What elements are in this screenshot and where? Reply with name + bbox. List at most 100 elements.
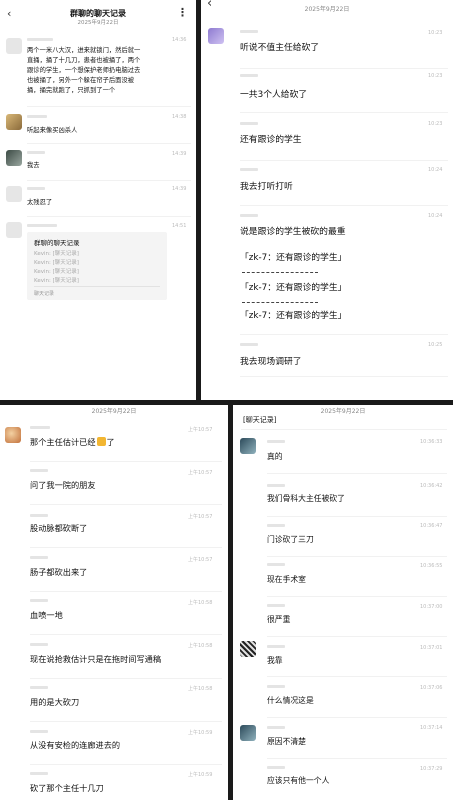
sender-name xyxy=(240,74,258,77)
message-time: 10:37:06 xyxy=(420,685,443,691)
sender-name xyxy=(267,563,285,566)
card-footer: 聊天记录 xyxy=(34,291,55,297)
message-text: 说是跟诊的学生被砍的最重 xyxy=(240,227,346,237)
message-text: 还有跟诊的学生 xyxy=(240,135,302,145)
divider xyxy=(267,516,447,517)
message-text: 应该只有他一个人 xyxy=(267,776,330,785)
avatar[interactable] xyxy=(208,28,224,44)
message-text: 我去现场调研了 xyxy=(240,357,302,367)
divider xyxy=(240,334,448,335)
card-title: 群聊的聊天记录 xyxy=(34,239,80,247)
divider xyxy=(240,376,448,377)
quote-text: 「zk-7：还有跟诊的学生」 xyxy=(240,283,347,293)
message-text: 听说不值主任给砍了 xyxy=(240,43,320,53)
message-text: 我们骨科大主任被砍了 xyxy=(267,494,345,503)
message-text: 两个一米八大汉，进来就锁门，然后就一 xyxy=(27,47,141,54)
message-time: 上午10:58 xyxy=(188,600,213,606)
avatar[interactable] xyxy=(5,427,21,443)
sender-name xyxy=(267,440,285,443)
message-text: 那个主任估计已经了 xyxy=(30,436,115,448)
message-text: 也被捅了，另外一个躲在帘子后面没被 xyxy=(27,77,135,84)
message-text: 问了我一院的朋友 xyxy=(30,480,96,490)
screenshot-panel-4: 2025年9月22日 [聊天记录] 10:36:33 真的 10:36:42 我… xyxy=(233,405,453,800)
sender-name xyxy=(27,38,53,41)
message-time: 10:24 xyxy=(428,167,443,173)
message-time: 10:37:29 xyxy=(420,766,443,772)
divider xyxy=(267,717,447,718)
sender-name xyxy=(240,343,258,346)
message-text: 原因不清楚 xyxy=(267,737,306,746)
chat-date: 2025年9月22日 xyxy=(320,408,366,415)
sender-name xyxy=(240,30,258,33)
message-time: 10:25 xyxy=(428,342,443,348)
message-time: 上午10:57 xyxy=(188,470,213,476)
sender-name xyxy=(267,726,285,729)
divider xyxy=(27,180,191,181)
sender-name xyxy=(27,187,45,190)
message-text: 我去打听打听 xyxy=(240,182,293,192)
message-text: 砍了那个主任十几刀 xyxy=(30,783,104,793)
sender-name xyxy=(267,766,285,769)
message-text: 门诊砍了三刀 xyxy=(267,535,314,544)
message-text: 肠子都砍出来了 xyxy=(30,567,88,577)
message-text: 我靠 xyxy=(267,656,283,665)
quote-text: 「zk-7：还有跟诊的学生」 xyxy=(240,311,347,321)
avatar[interactable] xyxy=(240,725,256,741)
message-text: 直捅，捅了十几刀，患者也被捅了，两个 xyxy=(27,57,141,64)
message-text: 听起来像买凶杀人 xyxy=(27,127,78,134)
divider xyxy=(30,461,222,462)
card-line: Kevin: [聊天记录] xyxy=(34,278,79,284)
avatar[interactable] xyxy=(240,438,256,454)
divider xyxy=(267,636,447,637)
sender-name xyxy=(267,484,285,487)
sender-name xyxy=(30,686,48,689)
quote-separator xyxy=(242,272,318,273)
divider xyxy=(30,591,222,592)
chat-record-card[interactable]: 群聊的聊天记录 Kevin: [聊天记录] Kevin: [聊天记录] Kevi… xyxy=(27,232,167,300)
sender-name xyxy=(267,604,285,607)
avatar[interactable] xyxy=(240,641,256,657)
message-time: 14:39 xyxy=(172,186,187,192)
message-text: 现在手术室 xyxy=(267,575,306,584)
sender-name xyxy=(30,556,48,559)
message-time: 上午10:57 xyxy=(188,514,213,520)
more-icon[interactable]: ⋮ xyxy=(177,6,188,19)
divider xyxy=(240,68,448,69)
message-time: 10:36:42 xyxy=(420,483,443,489)
message-text: 血喷一地 xyxy=(30,610,63,620)
message-time: 上午10:58 xyxy=(188,686,213,692)
message-time: 14:51 xyxy=(172,223,187,229)
screenshot-panel-2: ‹ 2025年9月22日 10:23 听说不值主任给砍了 10:23 一共3个人… xyxy=(201,0,453,400)
divider xyxy=(241,429,447,430)
sender-name xyxy=(240,214,258,217)
sender-name xyxy=(30,643,48,646)
divider xyxy=(27,106,191,107)
avatar[interactable] xyxy=(6,222,22,238)
message-time: 10:23 xyxy=(428,121,443,127)
sender-name xyxy=(30,599,48,602)
message-text: 太残忍了 xyxy=(27,199,53,206)
avatar[interactable] xyxy=(6,38,22,54)
message-text: 我去 xyxy=(27,162,40,169)
divider xyxy=(30,547,222,548)
message-time: 14:38 xyxy=(172,114,187,120)
sender-name xyxy=(240,122,258,125)
message-time: 10:36:55 xyxy=(420,563,443,569)
avatar[interactable] xyxy=(6,186,22,202)
emoji-icon xyxy=(96,437,106,446)
divider xyxy=(267,556,447,557)
avatar[interactable] xyxy=(6,150,22,166)
sender-name xyxy=(27,151,45,154)
avatar[interactable] xyxy=(6,114,22,130)
message-text: 股动脉都砍断了 xyxy=(30,523,88,533)
divider xyxy=(30,764,222,765)
card-line: Kevin: [聊天记录] xyxy=(34,260,79,266)
message-time: 14:39 xyxy=(172,151,187,157)
sender-name xyxy=(27,224,57,227)
divider xyxy=(240,112,448,113)
chat-date: 2025年9月22日 xyxy=(77,20,119,26)
message-text: 从没有安检的连廊进去的 xyxy=(30,740,121,750)
message-time: 上午10:58 xyxy=(188,643,213,649)
message-text: 跟诊的学生，一个想保护老师扔电脑过去 xyxy=(27,67,141,74)
screenshot-panel-3: 2025年9月22日 上午10:57 那个主任估计已经了 上午10:57 问了我… xyxy=(0,405,228,800)
